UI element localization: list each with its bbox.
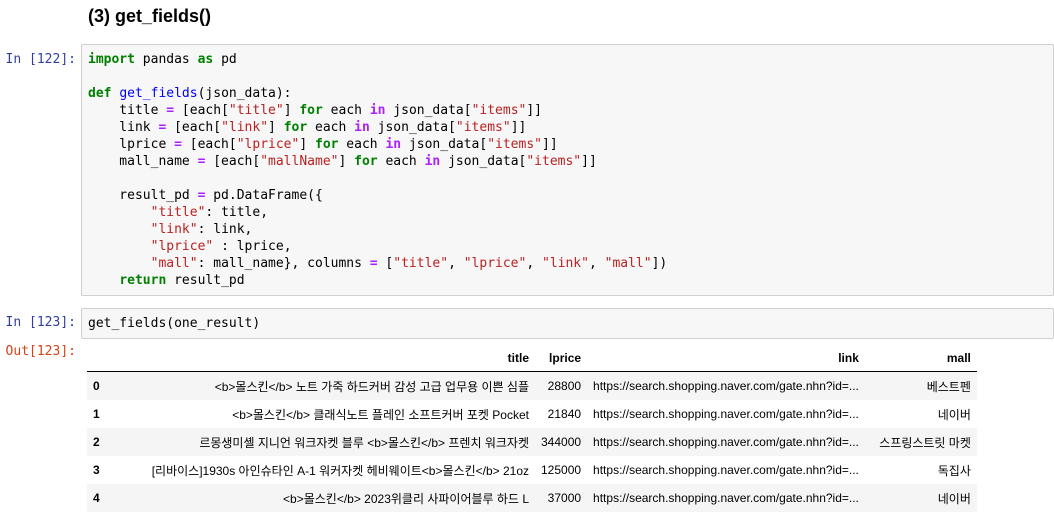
code-editor[interactable]: get_fields(one_result)	[82, 309, 1053, 338]
row-index: 3	[93, 463, 100, 477]
output-prompt-123: Out[123]:	[5, 344, 76, 359]
cell-title: [리바이스]1930s 아인슈타인 A-1 워커자켓 헤비웨이트<b>몰스킨</…	[151, 463, 529, 478]
cell-mall: 네이버	[937, 491, 971, 506]
table-row: 3 [리바이스]1930s 아인슈타인 A-1 워커자켓 헤비웨이트<b>몰스킨…	[87, 456, 977, 484]
cell-link: https://search.shopping.naver.com/gate.n…	[593, 491, 859, 505]
markdown-heading: (3) get_fields()	[88, 6, 212, 26]
table-row: 0 <b>몰스킨</b> 노트 가죽 하드커버 감성 고급 업무용 이쁜 심플 …	[87, 371, 977, 400]
code-cell-123[interactable]: get_fields(one_result)	[81, 308, 1054, 339]
cell-link: https://search.shopping.naver.com/gate.n…	[593, 435, 859, 449]
input-prompt-123: In [123]:	[5, 315, 76, 330]
cell-lprice: 125000	[541, 463, 582, 477]
row-index: 0	[93, 379, 100, 393]
cell-title: 르몽생미셸 지니언 워크자켓 블루 <b>몰스킨</b> 프렌치 워크자켓	[199, 435, 529, 450]
column-header-link: link	[838, 350, 859, 365]
input-prompt-122: In [122]:	[5, 52, 76, 67]
index-header	[87, 344, 113, 372]
column-header-title: title	[507, 350, 529, 365]
table-row: 4 <b>몰스킨</b> 2023위클리 사파이어블루 하드 L 37000 h…	[87, 484, 977, 512]
code-editor[interactable]: import pandas as pd def get_fields(json_…	[82, 45, 1053, 295]
table-row: 1 <b>몰스킨</b> 클래식노트 플레인 소프트커버 포켓 Pocket 2…	[87, 400, 977, 428]
cell-mall: 스프링스트릿 마켓	[879, 435, 971, 450]
table-row: 2 르몽생미셸 지니언 워크자켓 블루 <b>몰스킨</b> 프렌치 워크자켓 …	[87, 428, 977, 456]
cell-mall: 독집사	[937, 463, 971, 478]
cell-lprice: 344000	[541, 435, 582, 449]
cell-title: <b>몰스킨</b> 클래식노트 플레인 소프트커버 포켓 Pocket	[232, 407, 529, 422]
cell-mall: 베스트펜	[926, 379, 971, 394]
cell-mall: 네이버	[937, 407, 971, 422]
cell-lprice: 37000	[547, 491, 582, 505]
cell-title: <b>몰스킨</b> 노트 가죽 하드커버 감성 고급 업무용 이쁜 심플	[214, 379, 529, 394]
column-header-lprice: lprice	[549, 350, 582, 365]
dataframe-header-row: title lprice link mall	[87, 344, 977, 372]
dataframe-output: title lprice link mall 0 <b>몰스킨</b> 노트 가…	[87, 344, 977, 512]
column-header-mall: mall	[946, 350, 971, 365]
row-index: 4	[93, 491, 100, 505]
cell-link: https://search.shopping.naver.com/gate.n…	[593, 407, 859, 421]
row-index: 2	[93, 435, 100, 449]
cell-lprice: 21840	[547, 407, 582, 421]
cell-title: <b>몰스킨</b> 2023위클리 사파이어블루 하드 L	[283, 491, 529, 506]
code-cell-122[interactable]: import pandas as pd def get_fields(json_…	[81, 44, 1054, 296]
cell-link: https://search.shopping.naver.com/gate.n…	[593, 463, 859, 477]
cell-link: https://search.shopping.naver.com/gate.n…	[593, 379, 859, 393]
cell-lprice: 28800	[547, 379, 582, 393]
row-index: 1	[93, 407, 100, 421]
